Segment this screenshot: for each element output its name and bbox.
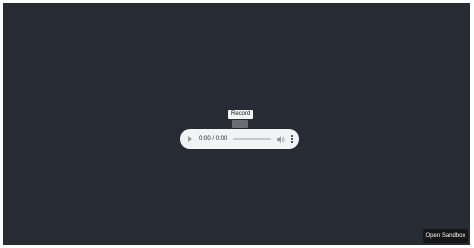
time-display: 0:00 / 0:00 [199, 136, 228, 142]
audio-player[interactable]: 0:00 / 0:00 [180, 129, 299, 149]
progress-slider[interactable] [233, 138, 271, 140]
more-options-icon[interactable] [290, 135, 293, 143]
volume-icon[interactable] [277, 135, 285, 143]
sandbox-preview: Record 0:00 / 0:00 Open Sandbox [3, 3, 470, 245]
record-button[interactable] [232, 120, 248, 128]
open-sandbox-button[interactable]: Open Sandbox [423, 229, 468, 243]
play-icon[interactable] [188, 136, 192, 142]
record-tooltip: Record [228, 110, 254, 119]
